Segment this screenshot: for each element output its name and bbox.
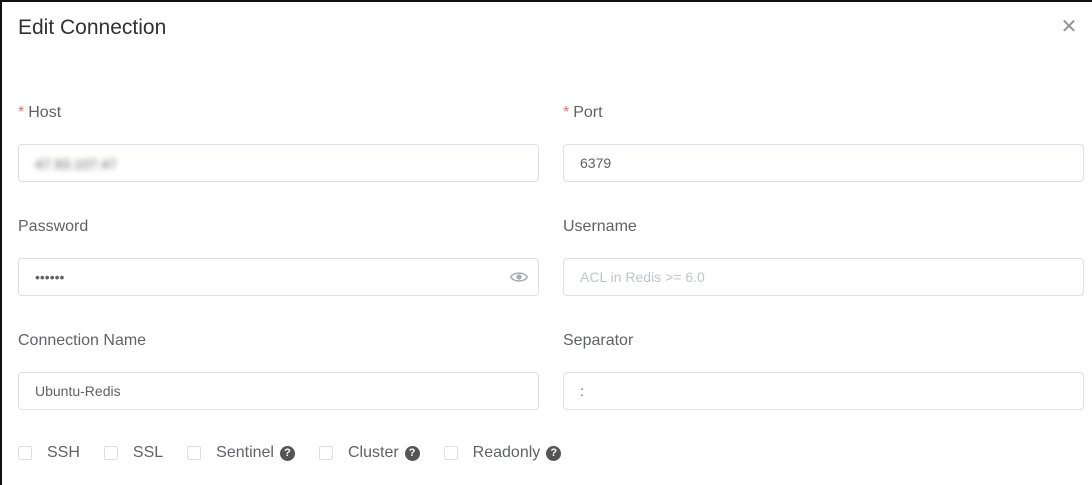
ssl-checkbox[interactable]: SSL (103, 444, 164, 462)
ssl-label: SSL (132, 444, 164, 461)
connection-options: SSH SSL Sentinel ? Cluster ? Readonly ? (18, 444, 585, 462)
cluster-help-icon[interactable]: ? (404, 445, 420, 461)
dialog-title: Edit Connection (18, 16, 167, 39)
sentinel-help-icon[interactable]: ? (279, 445, 295, 461)
close-icon[interactable]: ✕ (1058, 16, 1080, 38)
separator-label: Separator (563, 332, 634, 349)
host-field[interactable]: 47.93.107.47 (18, 144, 539, 182)
eye-icon[interactable] (510, 269, 528, 285)
port-label-text: Port (573, 104, 603, 121)
host-value: 47.93.107.47 (35, 156, 117, 172)
connection-name-field[interactable] (18, 372, 539, 410)
host-label: * Host (18, 104, 61, 122)
readonly-help-icon[interactable]: ? (546, 445, 562, 461)
sentinel-checkbox[interactable]: Sentinel ? (187, 444, 295, 462)
edit-connection-dialog: Edit Connection ✕ * Host 47.93.107.47 * Po… (0, 0, 1092, 485)
host-required-mark: * (18, 104, 25, 121)
password-field[interactable] (18, 258, 539, 296)
ssh-checkbox[interactable]: SSH (18, 444, 80, 462)
sentinel-label: Sentinel (216, 444, 274, 461)
cluster-checkbox-box[interactable] (318, 446, 333, 460)
readonly-checkbox-box[interactable] (443, 446, 458, 460)
ssl-checkbox-box[interactable] (103, 446, 118, 460)
ssh-label: SSH (47, 444, 80, 461)
port-required-mark: * (563, 104, 570, 121)
connection-name-input[interactable] (19, 373, 538, 409)
separator-input[interactable] (564, 373, 1083, 409)
sentinel-checkbox-box[interactable] (187, 446, 202, 460)
username-label: Username (563, 218, 637, 235)
port-input[interactable] (564, 145, 1083, 181)
cluster-checkbox[interactable]: Cluster ? (318, 444, 420, 462)
username-input[interactable] (564, 259, 1083, 295)
readonly-label: Readonly (472, 444, 541, 461)
cluster-label: Cluster (347, 444, 399, 461)
password-input[interactable] (19, 259, 538, 295)
host-label-text: Host (28, 104, 62, 121)
connection-name-label: Connection Name (18, 332, 147, 349)
password-label: Password (18, 218, 89, 235)
ssh-checkbox-box[interactable] (18, 446, 32, 460)
port-field[interactable] (563, 144, 1084, 182)
separator-field[interactable] (563, 372, 1084, 410)
readonly-checkbox[interactable]: Readonly ? (443, 444, 562, 462)
username-field[interactable] (563, 258, 1084, 296)
port-label: * Port (563, 104, 603, 122)
